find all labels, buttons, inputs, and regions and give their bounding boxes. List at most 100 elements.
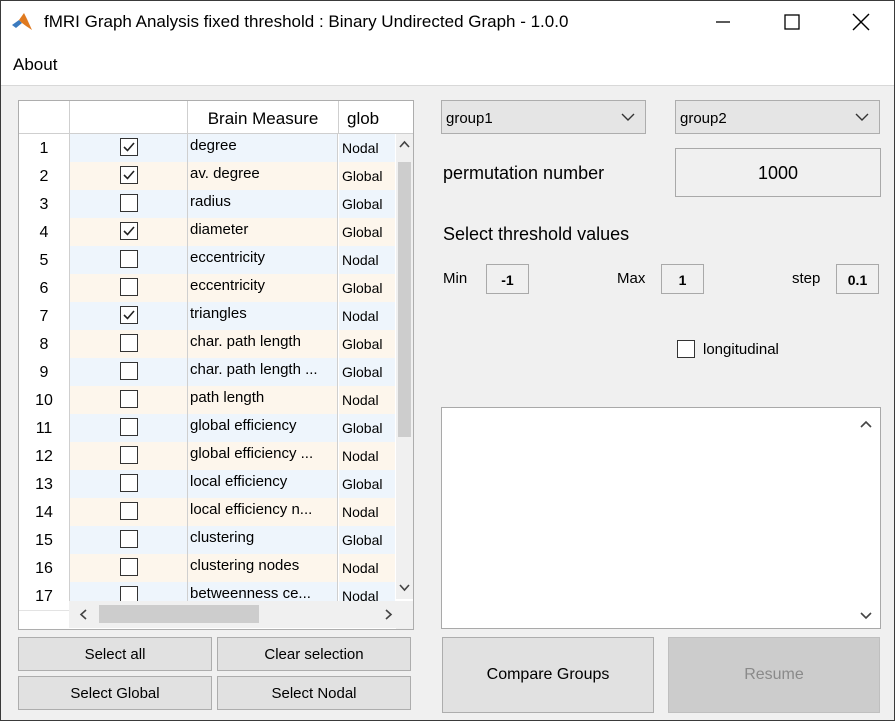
resume-button[interactable]: Resume bbox=[668, 637, 880, 713]
measure-checkbox[interactable] bbox=[120, 390, 138, 408]
table-row[interactable]: 8 char. path length Global bbox=[19, 330, 413, 359]
permutation-number-field[interactable]: 1000 bbox=[675, 148, 881, 197]
measure-checkbox[interactable] bbox=[120, 222, 138, 240]
row-number: 6 bbox=[19, 274, 70, 303]
table-row[interactable]: 16 clustering nodes Nodal bbox=[19, 554, 413, 583]
row-number: 8 bbox=[19, 330, 70, 359]
select-cell bbox=[70, 442, 188, 470]
chevron-up-icon[interactable] bbox=[399, 140, 410, 148]
menu-item-about[interactable]: About bbox=[13, 55, 57, 75]
group2-select[interactable]: group2 bbox=[675, 100, 880, 134]
group1-select[interactable]: group1 bbox=[441, 100, 646, 134]
compare-groups-button[interactable]: Compare Groups bbox=[442, 637, 654, 713]
select-cell bbox=[70, 554, 188, 582]
measure-checkbox[interactable] bbox=[120, 530, 138, 548]
horizontal-scroll-thumb[interactable] bbox=[99, 605, 259, 623]
header-brain-measure[interactable]: Brain Measure bbox=[188, 101, 339, 133]
chevron-right-icon[interactable] bbox=[385, 609, 393, 620]
table-row[interactable]: 9 char. path length ... Global bbox=[19, 358, 413, 387]
minimize-button[interactable] bbox=[689, 1, 757, 43]
table-row[interactable]: 10 path length Nodal bbox=[19, 386, 413, 415]
longitudinal-checkbox[interactable]: longitudinal bbox=[677, 340, 779, 358]
table-row[interactable]: 2 av. degree Global bbox=[19, 162, 413, 191]
checkmark-icon bbox=[123, 142, 135, 152]
measure-name: clustering bbox=[188, 526, 338, 554]
table-row[interactable]: 4 diameter Global bbox=[19, 218, 413, 247]
measure-name: global efficiency bbox=[188, 414, 338, 442]
step-label: step bbox=[792, 270, 821, 287]
header-row-number bbox=[19, 101, 70, 133]
measure-checkbox[interactable] bbox=[120, 306, 138, 324]
permutation-label: permutation number bbox=[443, 163, 605, 183]
measure-name: eccentricity bbox=[188, 246, 338, 274]
table-row[interactable]: 12 global efficiency ... Nodal bbox=[19, 442, 413, 471]
min-threshold-field[interactable]: -1 bbox=[486, 264, 529, 294]
measure-checkbox[interactable] bbox=[120, 474, 138, 492]
select-all-button[interactable]: Select all bbox=[18, 637, 212, 671]
measure-checkbox[interactable] bbox=[120, 138, 138, 156]
measure-checkbox[interactable] bbox=[120, 502, 138, 520]
measure-name: local efficiency bbox=[188, 470, 338, 498]
chevron-down-icon[interactable] bbox=[860, 612, 872, 620]
chevron-left-icon[interactable] bbox=[79, 609, 87, 620]
table-row[interactable]: 7 triangles Nodal bbox=[19, 302, 413, 331]
table-row[interactable]: 13 local efficiency Global bbox=[19, 470, 413, 499]
select-global-button[interactable]: Select Global bbox=[18, 676, 212, 710]
min-label: Min bbox=[443, 270, 468, 287]
table-row[interactable]: 5 eccentricity Nodal bbox=[19, 246, 413, 275]
measure-checkbox[interactable] bbox=[120, 558, 138, 576]
chevron-up-icon[interactable] bbox=[860, 420, 872, 428]
table-row[interactable]: 15 clustering Global bbox=[19, 526, 413, 555]
row-number: 3 bbox=[19, 190, 70, 219]
select-nodal-button[interactable]: Select Nodal bbox=[217, 676, 411, 710]
vertical-scroll-thumb[interactable] bbox=[398, 162, 411, 437]
measure-type: Global bbox=[339, 190, 395, 218]
select-cell bbox=[70, 162, 188, 190]
measure-checkbox[interactable] bbox=[120, 278, 138, 296]
select-cell bbox=[70, 134, 188, 162]
app-window: fMRI Graph Analysis fixed threshold : Bi… bbox=[0, 0, 895, 721]
measure-type: Nodal bbox=[339, 386, 395, 414]
step-field[interactable]: 0.1 bbox=[836, 264, 879, 294]
row-number: 12 bbox=[19, 442, 70, 471]
select-cell bbox=[70, 414, 188, 442]
row-number: 11 bbox=[19, 414, 70, 443]
measure-checkbox[interactable] bbox=[120, 166, 138, 184]
maximize-button[interactable] bbox=[758, 1, 826, 43]
horizontal-scrollbar[interactable] bbox=[69, 601, 396, 628]
measure-type: Nodal bbox=[339, 498, 395, 526]
checkmark-icon bbox=[123, 226, 135, 236]
table-row[interactable]: 1 degree Nodal bbox=[19, 134, 413, 163]
select-cell bbox=[70, 274, 188, 302]
measure-checkbox[interactable] bbox=[120, 250, 138, 268]
table-row[interactable]: 14 local efficiency n... Nodal bbox=[19, 498, 413, 527]
row-number: 1 bbox=[19, 134, 70, 163]
header-global[interactable]: glob bbox=[339, 101, 413, 133]
max-threshold-field[interactable]: 1 bbox=[661, 264, 704, 294]
row-number: 15 bbox=[19, 526, 70, 555]
measure-checkbox[interactable] bbox=[120, 194, 138, 212]
table-row[interactable]: 6 eccentricity Global bbox=[19, 274, 413, 303]
output-console[interactable] bbox=[441, 407, 881, 629]
scroll-corner bbox=[396, 601, 413, 629]
measure-checkbox[interactable] bbox=[120, 446, 138, 464]
max-label: Max bbox=[617, 270, 646, 287]
row-number: 2 bbox=[19, 162, 70, 191]
header-select bbox=[70, 101, 188, 133]
close-button[interactable] bbox=[827, 1, 895, 43]
table-row[interactable]: 11 global efficiency Global bbox=[19, 414, 413, 443]
group2-value: group2 bbox=[680, 110, 727, 127]
measure-type: Global bbox=[339, 526, 395, 554]
measure-checkbox[interactable] bbox=[120, 418, 138, 436]
measure-checkbox[interactable] bbox=[120, 362, 138, 380]
threshold-heading: Select threshold values bbox=[443, 224, 630, 244]
longitudinal-checkbox-box[interactable] bbox=[677, 340, 695, 358]
measure-checkbox[interactable] bbox=[120, 334, 138, 352]
table-header: Brain Measure glob bbox=[19, 101, 413, 134]
vertical-scrollbar[interactable] bbox=[396, 134, 413, 599]
measure-name: degree bbox=[188, 134, 338, 162]
clear-selection-button[interactable]: Clear selection bbox=[217, 637, 411, 671]
measure-type: Global bbox=[339, 470, 395, 498]
chevron-down-icon[interactable] bbox=[399, 584, 410, 592]
table-row[interactable]: 3 radius Global bbox=[19, 190, 413, 219]
